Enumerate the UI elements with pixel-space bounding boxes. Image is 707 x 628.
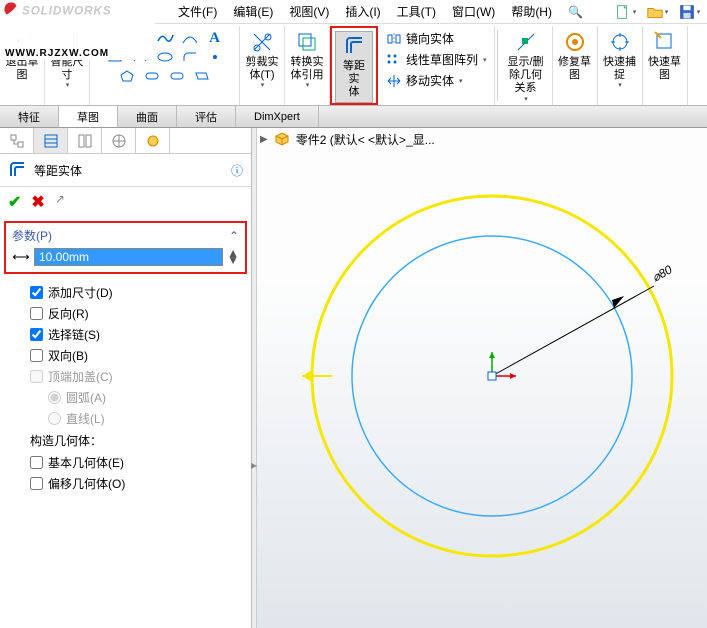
panel-title: 等距实体 — [34, 162, 82, 179]
quick-snap-button[interactable]: 快速捕 捉 ▾ — [601, 28, 639, 93]
panel-tab-config[interactable] — [68, 128, 102, 153]
panel-tab-display[interactable] — [136, 128, 170, 153]
panel-tab-dimxpert[interactable] — [102, 128, 136, 153]
offset-entities-button[interactable]: 等距实 体 — [335, 31, 373, 103]
menu-help[interactable]: 帮助(H) — [503, 0, 560, 23]
cancel-button[interactable]: ✖ — [31, 192, 44, 212]
slot2-tool[interactable] — [166, 67, 188, 85]
style-spline-tool[interactable] — [179, 29, 201, 47]
part-icon — [274, 131, 290, 147]
menu-insert[interactable]: 插入(I) — [337, 0, 388, 23]
construct-label: 构造几何体： — [30, 429, 243, 452]
tab-surface[interactable]: 曲面 — [118, 106, 177, 127]
move-entities-button[interactable]: 移动实体▾ — [382, 70, 467, 91]
linear-pattern-button[interactable]: 线性草图阵列▾ — [382, 49, 491, 70]
tab-feature[interactable]: 特征 — [0, 106, 59, 127]
display-relations-button[interactable]: 显示/删 除几何 关系 ▾ — [503, 28, 549, 106]
tab-dimxpert[interactable]: DimXpert — [236, 106, 319, 127]
opt-arc: 圆弧(A) — [30, 387, 243, 408]
tab-sketch[interactable]: 草图 — [59, 106, 118, 127]
ellipse-tool[interactable] — [154, 48, 176, 66]
opt-reverse[interactable]: 反向(R) — [30, 303, 243, 324]
opt-add-dimension[interactable]: 添加尺寸(D) — [30, 282, 243, 303]
opt-line: 直线(L) — [30, 408, 243, 429]
offset-distance-input[interactable] — [34, 248, 223, 266]
opt-cap-ends: 顶端加盖(C) — [30, 366, 243, 387]
sketch-origin — [488, 352, 516, 380]
menu-tools[interactable]: 工具(T) — [389, 0, 444, 23]
collapse-icon[interactable]: ⌃ — [229, 229, 239, 243]
plane-tool[interactable] — [191, 67, 213, 85]
params-header[interactable]: 参数(P) ⌃ — [12, 227, 239, 244]
new-button[interactable]: ▾ — [611, 2, 639, 22]
opt-base-geometry[interactable]: 基本几何体(E) — [30, 452, 243, 473]
repair-sketch-button[interactable]: 修复草 图 — [556, 28, 594, 84]
menu-edit[interactable]: 编辑(E) — [225, 0, 281, 23]
mirror-entities-button[interactable]: 镜向实体 — [382, 28, 458, 49]
trim-button[interactable]: 剪裁实 体(T) ▾ — [243, 28, 281, 93]
save-button[interactable]: ▾ — [675, 2, 703, 22]
dimension-line[interactable] — [492, 286, 654, 376]
open-button[interactable]: ▾ — [643, 2, 671, 22]
flyout-tree-toggle[interactable]: ▶ — [260, 134, 268, 145]
opt-select-chain[interactable]: 选择链(S) — [30, 324, 243, 345]
sketch-canvas: ⌀80 — [262, 156, 702, 596]
watermark-url: WWW.RJZXW.COM — [5, 48, 109, 59]
menu-file[interactable]: 文件(F) — [170, 0, 225, 23]
spin-down[interactable]: ▼ — [227, 257, 239, 264]
graphics-area[interactable]: ▸ ▶ 零件2 (默认< <默认>_显... ⌀80 — [252, 128, 707, 628]
convert-entities-button[interactable]: 转换实 体引用 ▾ — [288, 28, 326, 93]
menu-window[interactable]: 窗口(W) — [444, 0, 503, 23]
pin-button[interactable]: ↗ — [55, 192, 65, 212]
opt-bidirectional[interactable]: 双向(B) — [30, 345, 243, 366]
help-icon[interactable]: ⓘ — [231, 162, 243, 179]
quick-sketch-button[interactable]: 快速草 图 — [646, 28, 684, 84]
ribbon-tabs: 特征 草图 曲面 评估 DimXpert 🔍 ⌕ 🧊 ◧ ⬚ 🌐 — [0, 106, 707, 128]
menu-view[interactable]: 视图(V) — [281, 0, 337, 23]
quick-access-toolbar: ▾ ▾ ▾ — [611, 0, 703, 24]
svg-text:SOLIDWORKS: SOLIDWORKS — [22, 5, 112, 18]
offset-distance-icon: ⟷ — [12, 250, 30, 264]
offset-feature-icon — [8, 160, 28, 180]
offset-direction-arrow — [302, 370, 332, 382]
polygon-tool[interactable] — [116, 67, 138, 85]
panel-tab-property-manager[interactable] — [34, 128, 68, 153]
ok-button[interactable]: ✔ — [8, 192, 21, 212]
text-tool[interactable]: A — [204, 29, 226, 47]
tab-evaluate[interactable]: 评估 — [177, 106, 236, 127]
menu-search-icon[interactable]: 🔍 — [560, 2, 591, 22]
dimension-text[interactable]: ⌀80 — [650, 262, 675, 284]
fillet-tool[interactable] — [179, 48, 201, 66]
point-tool[interactable] — [204, 48, 226, 66]
spline-tool[interactable] — [154, 29, 176, 47]
slot-tool[interactable] — [141, 67, 163, 85]
part-name: 零件2 (默认< <默认>_显... — [296, 131, 435, 148]
splitter[interactable]: ▸ — [252, 128, 257, 628]
panel-tab-feature-tree[interactable] — [0, 128, 34, 153]
opt-offset-geometry[interactable]: 偏移几何体(O) — [30, 473, 243, 494]
property-manager: 等距实体 ⓘ ✔ ✖ ↗ 参数(P) ⌃ ⟷ ▲ ▼ 添加尺寸( — [0, 128, 252, 628]
